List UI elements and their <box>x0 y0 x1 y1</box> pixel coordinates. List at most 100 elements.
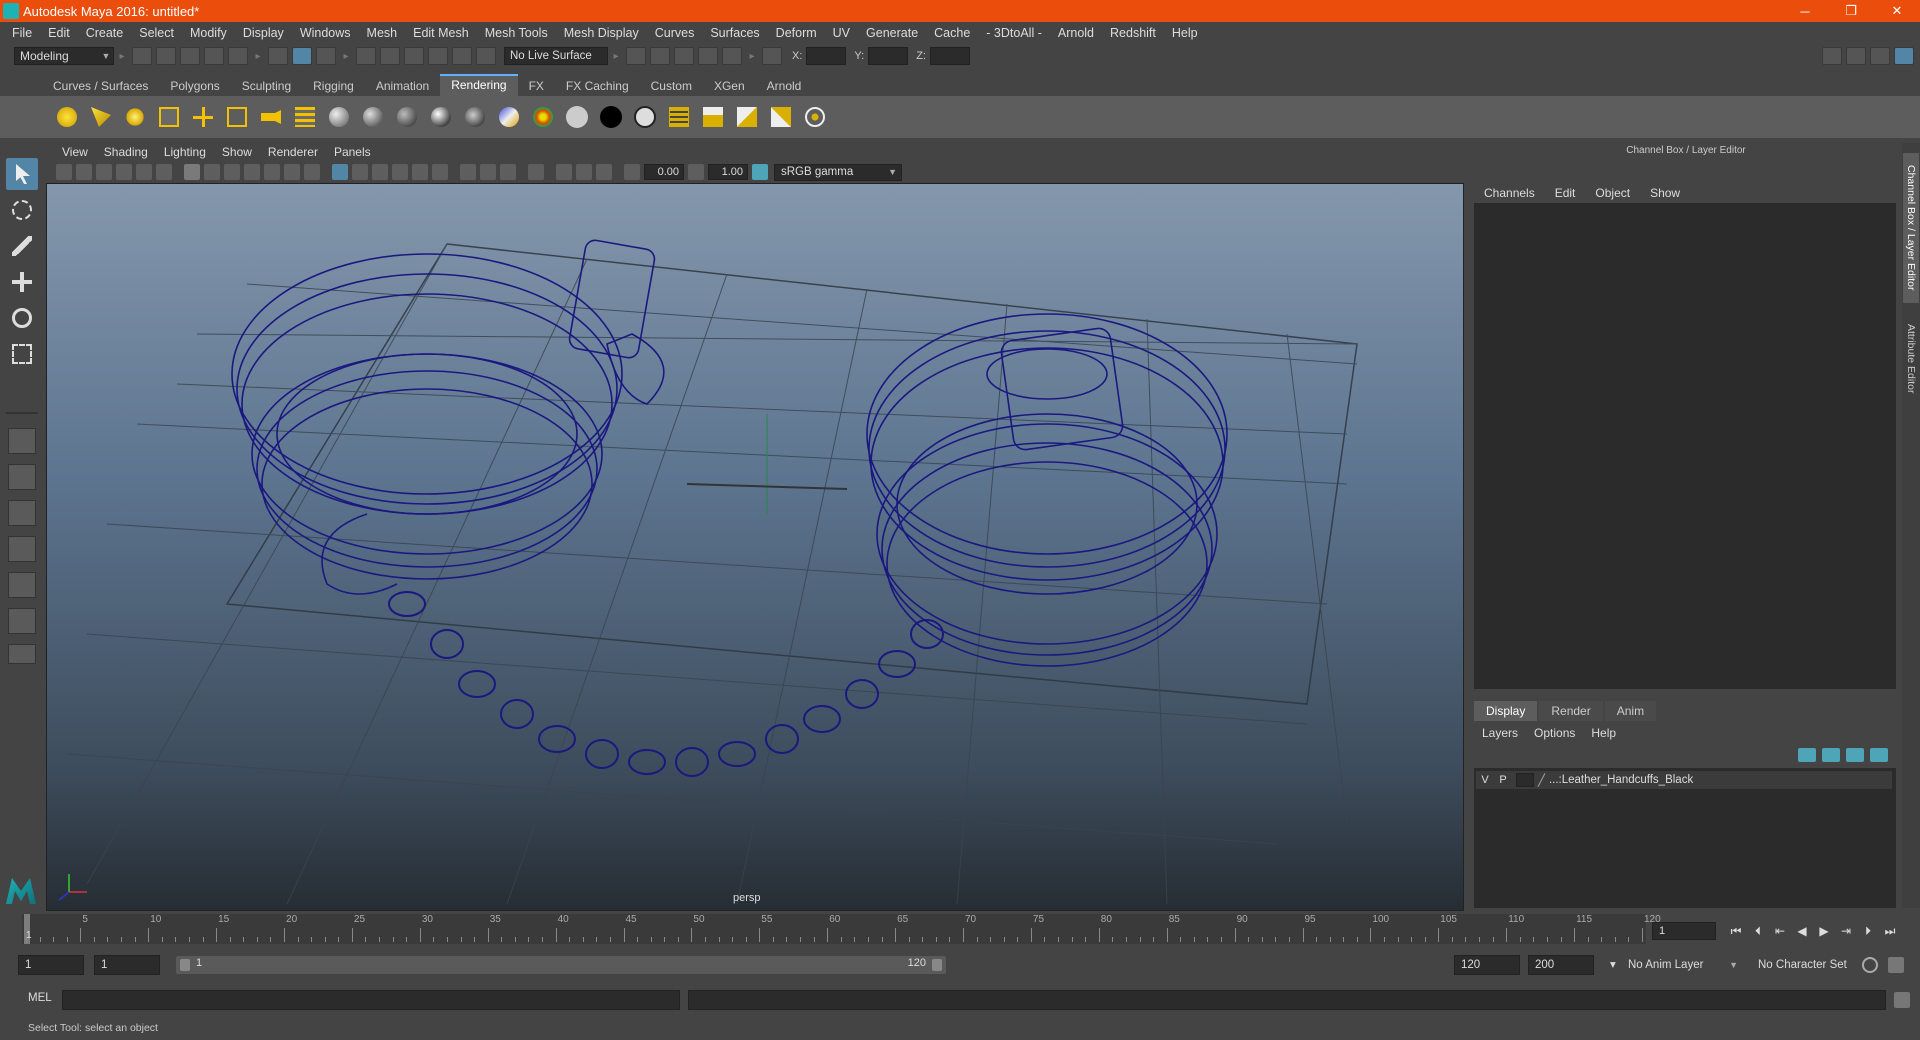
channel-menu-show[interactable]: Show <box>1640 186 1690 200</box>
script-language-label[interactable]: MEL <box>28 992 52 1004</box>
sphere-shader-4[interactable] <box>427 103 455 131</box>
menu-3dtoall[interactable]: - 3DtoAll - <box>978 26 1050 40</box>
render-view-icon[interactable] <box>665 103 693 131</box>
side-tab-channel-box[interactable]: Channel Box / Layer Editor <box>1903 153 1919 303</box>
menu-cache[interactable]: Cache <box>926 26 978 40</box>
film-gate-icon[interactable] <box>204 164 220 180</box>
undo-icon[interactable] <box>204 47 224 65</box>
open-scene-icon[interactable] <box>156 47 176 65</box>
move-layer-up-icon[interactable] <box>1798 748 1816 762</box>
redo-icon[interactable] <box>228 47 248 65</box>
move-tool[interactable] <box>6 266 38 298</box>
anti-aliasing-icon[interactable] <box>500 164 516 180</box>
y-field[interactable] <box>868 47 909 65</box>
live-surface-field[interactable]: No Live Surface <box>504 47 608 65</box>
two-panes-stacked-layout-button[interactable] <box>8 536 36 562</box>
batch-render-icon[interactable] <box>767 103 795 131</box>
channel-box-toggle-icon[interactable] <box>1894 47 1914 65</box>
bookmark-icon[interactable] <box>96 164 112 180</box>
resolution-gate-icon[interactable] <box>224 164 240 180</box>
render-current-icon[interactable] <box>650 47 670 65</box>
field-chart-icon[interactable] <box>264 164 280 180</box>
tab-custom[interactable]: Custom <box>640 76 703 96</box>
current-frame-field[interactable]: 1 <box>1652 922 1716 940</box>
modeling-toolkit-icon[interactable] <box>1822 47 1842 65</box>
layer-row[interactable]: V P ╱ ...:Leather_Handcuffs_Black <box>1476 771 1892 789</box>
minimize-button[interactable]: ─ <box>1782 0 1828 22</box>
animation-start-field[interactable]: 1 <box>18 955 84 975</box>
new-layer-from-selected-icon[interactable] <box>1870 748 1888 762</box>
select-hierarchy-icon[interactable] <box>268 47 288 65</box>
outliner-graph-layout-button[interactable] <box>8 608 36 634</box>
snap-point-icon[interactable] <box>404 47 424 65</box>
menu-curves[interactable]: Curves <box>647 26 703 40</box>
menu-mesh-tools[interactable]: Mesh Tools <box>477 26 556 40</box>
menu-modify[interactable]: Modify <box>182 26 235 40</box>
layer-color-swatch[interactable] <box>1516 773 1534 787</box>
safe-action-icon[interactable] <box>284 164 300 180</box>
script-editor-icon[interactable] <box>1894 992 1910 1008</box>
menu-create[interactable]: Create <box>78 26 132 40</box>
2d-pan-zoom-icon[interactable] <box>136 164 152 180</box>
menu-edit-mesh[interactable]: Edit Mesh <box>405 26 477 40</box>
menu-display[interactable]: Display <box>235 26 292 40</box>
animation-end-field[interactable]: 200 <box>1528 955 1594 975</box>
lights-icon[interactable] <box>412 164 428 180</box>
exposure-field[interactable]: 0.00 <box>644 164 684 180</box>
select-camera-icon[interactable] <box>56 164 72 180</box>
playback-end-field[interactable]: 120 <box>1454 955 1520 975</box>
tab-render[interactable]: Render <box>1539 701 1603 721</box>
step-forward-key-button[interactable]: ⇥ <box>1835 924 1857 938</box>
new-scene-icon[interactable] <box>132 47 152 65</box>
shadows-icon[interactable] <box>432 164 448 180</box>
scale-tool[interactable] <box>6 338 38 370</box>
viewport-menu-renderer[interactable]: Renderer <box>260 145 326 159</box>
area-light-icon[interactable] <box>155 103 183 131</box>
z-field[interactable] <box>929 47 970 65</box>
select-object-icon[interactable] <box>292 47 312 65</box>
snap-live-icon[interactable] <box>476 47 496 65</box>
tab-fx-caching[interactable]: FX Caching <box>555 76 640 96</box>
sphere-shader-3[interactable] <box>393 103 421 131</box>
playback-start-field[interactable]: 1 <box>94 955 160 975</box>
layer-visibility-toggle[interactable]: V <box>1476 774 1494 786</box>
camera-icon[interactable] <box>257 103 285 131</box>
go-to-end-button[interactable]: ⏭ <box>1879 924 1901 939</box>
viewport-menu-shading[interactable]: Shading <box>96 145 156 159</box>
sphere-shader-5[interactable] <box>461 103 489 131</box>
custom-layout-button[interactable] <box>8 644 36 664</box>
attribute-editor-toggle-icon[interactable] <box>1846 47 1866 65</box>
ambient-occlusion-icon[interactable] <box>460 164 476 180</box>
snap-view-icon[interactable] <box>428 47 448 65</box>
grease-pencil-icon[interactable] <box>156 164 172 180</box>
tab-rigging[interactable]: Rigging <box>302 76 365 96</box>
anim-layer-dropdown[interactable]: No Anim Layer ▼ <box>1622 955 1742 975</box>
tab-sculpting[interactable]: Sculpting <box>231 76 302 96</box>
ipr-render-icon[interactable] <box>674 47 694 65</box>
tool-settings-toggle-icon[interactable] <box>1870 47 1890 65</box>
volume-light-icon[interactable] <box>223 103 251 131</box>
white-sphere-icon-2[interactable] <box>631 103 659 131</box>
menu-windows[interactable]: Windows <box>292 26 359 40</box>
camera-attributes-icon[interactable] <box>76 164 92 180</box>
tab-arnold[interactable]: Arnold <box>756 76 813 96</box>
grid-toggle-icon[interactable] <box>184 164 200 180</box>
gate-mask-icon[interactable] <box>244 164 260 180</box>
command-input[interactable] <box>62 990 680 1010</box>
step-forward-frame-button[interactable]: ⏵ <box>1857 924 1879 939</box>
ambient-light-icon[interactable] <box>189 103 217 131</box>
sphere-shader-2[interactable] <box>359 103 387 131</box>
range-slider[interactable]: 1 120 <box>176 956 946 974</box>
single-perspective-layout-button[interactable] <box>8 428 36 454</box>
menu-uv[interactable]: UV <box>825 26 858 40</box>
render-settings-icon[interactable] <box>291 103 319 131</box>
play-forwards-button[interactable]: ▶ <box>1813 924 1835 938</box>
select-tool[interactable] <box>6 158 38 190</box>
auto-key-icon[interactable] <box>1862 957 1878 973</box>
render-icon[interactable] <box>733 103 761 131</box>
channel-box-body[interactable] <box>1474 203 1896 689</box>
gamma-field[interactable]: 1.00 <box>708 164 748 180</box>
directional-light-icon[interactable] <box>53 103 81 131</box>
menu-mesh[interactable]: Mesh <box>359 26 406 40</box>
image-plane-icon[interactable] <box>116 164 132 180</box>
